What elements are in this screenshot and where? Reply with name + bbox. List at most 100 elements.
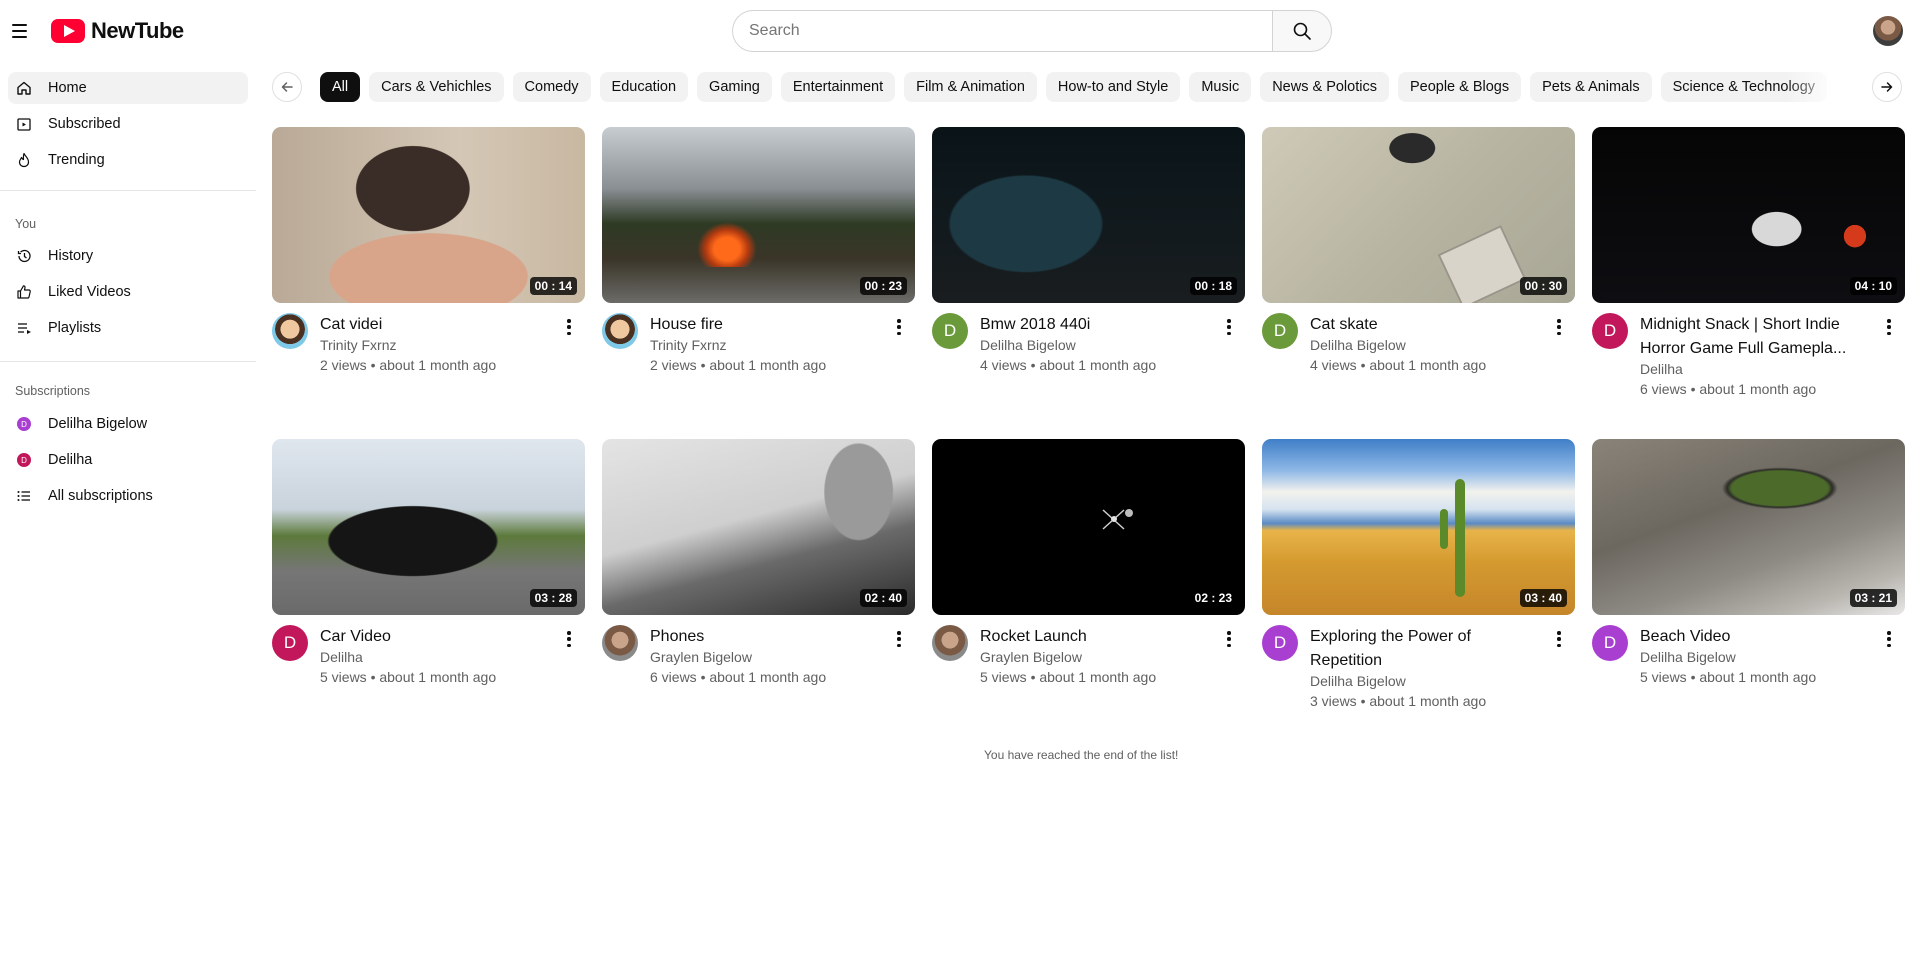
channel-avatar[interactable]: D <box>1592 625 1628 661</box>
channel-avatar[interactable]: D <box>1262 625 1298 661</box>
video-thumbnail[interactable]: 00 : 30 <box>1262 127 1575 303</box>
channel-avatar[interactable]: D <box>932 313 968 349</box>
list-icon <box>16 488 32 504</box>
channel-name[interactable]: Delilha <box>1640 361 1683 377</box>
channel-avatar[interactable] <box>602 625 638 661</box>
more-options-icon[interactable] <box>567 319 571 335</box>
video-duration: 02 : 23 <box>1189 589 1237 607</box>
channel-name[interactable]: Graylen Bigelow <box>980 649 1082 665</box>
video-title[interactable]: Car Video <box>320 625 555 649</box>
more-options-icon[interactable] <box>1887 631 1891 647</box>
more-options-icon[interactable] <box>1227 631 1231 647</box>
more-options-icon[interactable] <box>1227 319 1231 335</box>
video-thumbnail[interactable]: 03 : 40 <box>1262 439 1575 615</box>
channel-name[interactable]: Delilha <box>320 649 363 665</box>
video-thumbnail[interactable]: 04 : 10 <box>1592 127 1905 303</box>
chips-scroll-right-button[interactable] <box>1872 72 1902 102</box>
channel-avatar[interactable]: D <box>1262 313 1298 349</box>
video-thumbnail[interactable]: 02 : 23 <box>932 439 1245 615</box>
video-title[interactable]: Exploring the Power of Repetition <box>1310 625 1545 673</box>
chip-cars-vehicles[interactable]: Cars & Vehichles <box>369 72 504 102</box>
sidebar-item-label: Trending <box>48 152 105 168</box>
logo[interactable]: NewTube <box>51 18 184 44</box>
search-bar <box>732 10 1332 52</box>
chips-scroll-left-button[interactable] <box>272 72 302 102</box>
video-card[interactable]: 00 : 30 D Cat skate Delilha Bigelow 4 vi… <box>1262 127 1575 383</box>
sidebar-item-playlists[interactable]: Playlists <box>8 312 248 344</box>
channel-name[interactable]: Trinity Fxrnz <box>320 337 396 353</box>
sidebar-item-all-subscriptions[interactable]: All subscriptions <box>8 480 248 512</box>
video-title[interactable]: Cat videi <box>320 313 555 337</box>
user-avatar[interactable] <box>1873 16 1903 46</box>
channel-avatar[interactable]: D <box>272 625 308 661</box>
video-thumbnail[interactable]: 00 : 18 <box>932 127 1245 303</box>
channel-avatar[interactable]: D <box>1592 313 1628 349</box>
video-thumbnail[interactable]: 00 : 14 <box>272 127 585 303</box>
video-title[interactable]: Cat skate <box>1310 313 1545 337</box>
channel-name[interactable]: Graylen Bigelow <box>650 649 752 665</box>
chip-education[interactable]: Education <box>599 72 689 102</box>
channel-name[interactable]: Delilha Bigelow <box>1640 649 1736 665</box>
chip-how-to-style[interactable]: How-to and Style <box>1045 72 1181 102</box>
sidebar-subscription-delilha-bigelow[interactable]: D Delilha Bigelow <box>8 408 248 440</box>
video-card[interactable]: 03 : 21 D Beach Video Delilha Bigelow 5 … <box>1592 439 1905 695</box>
chip-news-politics[interactable]: News & Polotics <box>1260 72 1389 102</box>
menu-icon[interactable] <box>12 19 32 43</box>
channel-avatar[interactable] <box>272 313 308 349</box>
chip-pets-animals[interactable]: Pets & Animals <box>1530 72 1652 102</box>
sidebar-item-liked-videos[interactable]: Liked Videos <box>8 276 248 308</box>
channel-avatar[interactable] <box>602 313 638 349</box>
video-thumbnail[interactable]: 03 : 21 <box>1592 439 1905 615</box>
more-options-icon[interactable] <box>897 631 901 647</box>
more-options-icon[interactable] <box>1557 319 1561 335</box>
channel-name[interactable]: Trinity Fxrnz <box>650 337 726 353</box>
sidebar-item-home[interactable]: Home <box>8 72 248 104</box>
video-stats: 2 views • about 1 month ago <box>320 357 497 373</box>
video-title[interactable]: Beach Video <box>1640 625 1875 649</box>
more-options-icon[interactable] <box>567 631 571 647</box>
channel-name[interactable]: Delilha Bigelow <box>980 337 1076 353</box>
video-card[interactable]: 00 : 18 D Bmw 2018 440i Delilha Bigelow … <box>932 127 1245 383</box>
video-title[interactable]: Midnight Snack | Short Indie Horror Game… <box>1640 313 1875 361</box>
video-card[interactable]: 04 : 10 D Midnight Snack | Short Indie H… <box>1592 127 1905 397</box>
video-thumbnail[interactable]: 00 : 23 <box>602 127 915 303</box>
video-thumbnail[interactable]: 03 : 28 <box>272 439 585 615</box>
chip-gaming[interactable]: Gaming <box>697 72 772 102</box>
video-title[interactable]: House fire <box>650 313 885 337</box>
sidebar-subscription-delilha[interactable]: D Delilha <box>8 444 248 476</box>
chip-people-blogs[interactable]: People & Blogs <box>1397 72 1522 102</box>
channel-name[interactable]: Delilha Bigelow <box>1310 673 1406 689</box>
video-title[interactable]: Bmw 2018 440i <box>980 313 1215 337</box>
chip-comedy[interactable]: Comedy <box>512 72 591 102</box>
channel-name[interactable]: Delilha Bigelow <box>1310 337 1406 353</box>
video-stats: 5 views • about 1 month ago <box>980 669 1157 685</box>
search-input[interactable] <box>732 10 1272 52</box>
sidebar-item-trending[interactable]: Trending <box>8 144 248 176</box>
channel-avatar[interactable] <box>932 625 968 661</box>
video-duration: 04 : 10 <box>1849 277 1897 295</box>
video-stats: 5 views • about 1 month ago <box>320 669 497 685</box>
sidebar-item-history[interactable]: History <box>8 240 248 272</box>
video-card[interactable]: 00 : 14 Cat videi Trinity Fxrnz 2 views … <box>272 127 585 383</box>
chip-film-animation[interactable]: Film & Animation <box>904 72 1037 102</box>
video-card[interactable]: 03 : 28 D Car Video Delilha 5 views • ab… <box>272 439 585 695</box>
chip-entertainment[interactable]: Entertainment <box>780 72 896 102</box>
chip-music[interactable]: Music <box>1189 72 1252 102</box>
video-title[interactable]: Rocket Launch <box>980 625 1215 649</box>
more-options-icon[interactable] <box>1887 319 1891 335</box>
video-thumbnail[interactable]: 02 : 40 <box>602 439 915 615</box>
sidebar-item-label: Home <box>48 80 87 96</box>
video-card[interactable]: 00 : 23 House fire Trinity Fxrnz 2 views… <box>602 127 915 383</box>
video-card[interactable]: 02 : 23 Rocket Launch Graylen Bigelow 5 … <box>932 439 1245 695</box>
more-options-icon[interactable] <box>1557 631 1561 647</box>
sidebar-item-label: History <box>48 248 94 264</box>
video-card[interactable]: 02 : 40 Phones Graylen Bigelow 6 views •… <box>602 439 915 695</box>
video-title[interactable]: Phones <box>650 625 885 649</box>
sidebar-item-subscribed[interactable]: Subscribed <box>8 108 248 140</box>
category-chip-bar: All Cars & Vehichles Comedy Education Gaming… <box>272 72 1905 104</box>
video-card[interactable]: 03 : 40 D Exploring the Power of Repetit… <box>1262 439 1575 709</box>
video-stats: 6 views • about 1 month ago <box>1640 381 1817 397</box>
chip-all[interactable]: All <box>320 72 361 102</box>
more-options-icon[interactable] <box>897 319 901 335</box>
search-button[interactable] <box>1272 10 1332 52</box>
